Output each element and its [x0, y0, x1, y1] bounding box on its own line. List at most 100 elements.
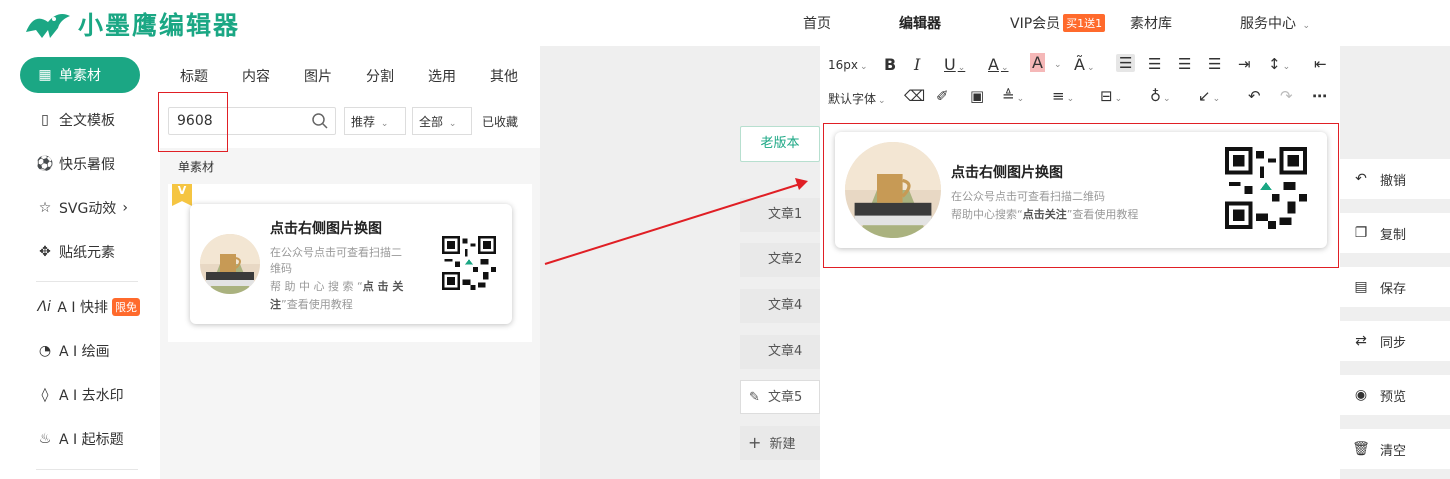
free-badge: 限免 [112, 298, 140, 316]
exit-icon[interactable]: ⇤ [1314, 55, 1327, 73]
nav-library[interactable]: 素材库 [1130, 13, 1172, 33]
nav-home[interactable]: 首页 [803, 13, 831, 33]
font-size-select[interactable]: 16px ⌄ [828, 58, 868, 72]
article-item[interactable]: 文章1 [740, 198, 820, 232]
edit-icon: ✎ [749, 390, 760, 405]
sync-button[interactable]: ⇄ 同步 [1340, 321, 1450, 361]
puzzle-icon: ✥ [39, 244, 51, 260]
tab-other[interactable]: 其他 [490, 66, 518, 86]
nav-vip[interactable]: VIP会员 买1送1 [1010, 13, 1106, 33]
highlight-color-icon[interactable]: A [1030, 53, 1045, 72]
align-right-icon[interactable]: ☰ [1178, 55, 1191, 73]
tab-selected[interactable]: 选用 [428, 66, 456, 86]
chevron-down-icon: ⌄ [1054, 60, 1062, 70]
sidebar-item-summer[interactable]: ⚽ 快乐暑假 [20, 146, 140, 182]
nav-editor[interactable]: 编辑器 [899, 13, 941, 33]
sort-dropdown[interactable]: 推荐 ⌄ [344, 107, 406, 135]
undo-button[interactable]: ↶ 撤销 [1340, 159, 1450, 199]
sidebar-item-label: A I 绘画 [59, 344, 110, 360]
article-item[interactable]: 文章4 [740, 335, 820, 369]
align-center-icon[interactable]: ☰ [1148, 55, 1161, 73]
sidebar-item-svg[interactable]: ☆ SVG动效 › [20, 190, 140, 226]
clear-button[interactable]: 🗑 清空 [1340, 429, 1450, 469]
arrow-icon[interactable]: ↙ ⌄ [1198, 87, 1220, 105]
redo-icon[interactable]: ↷ [1280, 87, 1293, 105]
material-card[interactable]: 点击右侧图片换图 在公众号点击可查看扫描二 维码 帮 助 中 心 搜 索 “点 … [190, 204, 512, 324]
card-title: 点击右侧图片换图 [951, 165, 1063, 181]
tab-title[interactable]: 标题 [180, 66, 208, 86]
undo-label: 撤销 [1380, 173, 1407, 189]
qr-code-icon[interactable] [1225, 147, 1307, 229]
sidebar-item-ai-title[interactable]: ♨ A I 起标题 [20, 421, 140, 457]
tab-divider[interactable]: 分割 [366, 66, 394, 86]
save-button[interactable]: ▤ 保存 [1340, 267, 1450, 307]
preview-button[interactable]: ◉ 预览 [1340, 375, 1450, 415]
align-left-icon[interactable]: ☰ [1116, 54, 1136, 72]
nav-service-label: 服务中心 [1240, 16, 1296, 32]
card-photo [200, 234, 260, 294]
preview-label: 预览 [1380, 389, 1407, 405]
nav-service[interactable]: 服务中心 ⌄ [1240, 13, 1310, 33]
sidebar-item-ai-paint[interactable]: ◔ A I 绘画 [20, 333, 140, 369]
sidebar-item-single-material[interactable]: ▦ 单素材 [20, 57, 140, 93]
copy-label: 复制 [1380, 227, 1407, 243]
indent-icon[interactable]: ⇥ [1238, 55, 1251, 73]
italic-icon[interactable]: I [914, 55, 920, 74]
ball-icon: ⚽ [36, 156, 54, 172]
logo[interactable]: 小墨鹰编辑器 [24, 6, 240, 42]
trash-icon: 🗑 [1352, 441, 1370, 457]
tab-content[interactable]: 内容 [242, 66, 270, 86]
format-brush-icon[interactable]: ✐ [936, 87, 949, 105]
sidebar-item-ai-layout[interactable]: Λi A I 快排 限免 [20, 289, 140, 325]
sync-icon: ⇄ [1355, 333, 1367, 349]
copy-button[interactable]: ❐ 复制 [1340, 213, 1450, 253]
image-icon[interactable]: ▣ [970, 87, 984, 105]
sidebar-item-templates[interactable]: ▯ 全文模板 [20, 102, 140, 138]
chevron-down-icon: ⌄ [1302, 21, 1310, 31]
save-icon: ▤ [1354, 279, 1368, 295]
filter-dropdown[interactable]: 全部 ⌄ [412, 107, 472, 135]
sidebar-item-ai-watermark[interactable]: ◊ A I 去水印 [20, 377, 140, 413]
underline-icon[interactable]: U ⌄ [944, 55, 965, 74]
inserted-card[interactable]: 点击右侧图片换图 在公众号点击可查看扫描二维码 帮助中心搜索“点击关注”查看使用… [835, 132, 1327, 248]
more-icon[interactable]: ⋯ [1312, 87, 1327, 105]
material-panel: 标题 内容 图片 分割 选用 其他 推荐 ⌄ 全部 ⌄ 已收藏 单素材 V [158, 46, 540, 479]
text-effect-icon[interactable]: Ã ⌄ [1074, 55, 1095, 74]
article-item[interactable]: 文章2 [740, 243, 820, 277]
paragraph-spacing-icon[interactable]: ⊟ ⌄ [1100, 87, 1122, 105]
new-article-button[interactable]: + 新建 [740, 426, 820, 460]
chevron-right-icon: › [122, 200, 128, 216]
article-item-current[interactable]: ✎ 文章5 [740, 380, 820, 414]
letter-spacing-icon[interactable]: ≡ ⌄ [1052, 87, 1074, 105]
line-height-icon[interactable]: ↕ ⌄ [1268, 55, 1290, 73]
font-family-select[interactable]: 默认字体 ⌄ [828, 90, 886, 107]
vip-tag-icon: V [172, 184, 192, 206]
chevron-down-icon: ⌄ [860, 62, 868, 72]
spacing-icon[interactable]: ≜ ⌄ [1002, 87, 1024, 105]
sidebar-divider [36, 469, 138, 470]
font-color-icon[interactable]: A ⌄ [988, 55, 1009, 74]
card-line-2-pre: 帮助中心搜索“ [951, 208, 1023, 221]
card-line-2-bold: 点 击 关 [362, 280, 404, 293]
copy-icon: ❐ [1354, 225, 1368, 241]
editor: 16px ⌄ B I U ⌄ A ⌄ A ⌄ Ã ⌄ ☰ ☰ ☰ ☰ ⇥ ↕ ⌄ ⇤ 默认字… [820, 46, 1340, 479]
sidebar-item-label: 贴纸元素 [59, 245, 115, 261]
tab-image[interactable]: 图片 [304, 66, 332, 86]
editor-toolbar: 16px ⌄ B I U ⌄ A ⌄ A ⌄ Ã ⌄ ☰ ☰ ☰ ☰ ⇥ ↕ ⌄ ⇤ 默认字… [820, 46, 1340, 114]
edit-area-highlight[interactable]: 点击右侧图片换图 在公众号点击可查看扫描二维码 帮助中心搜索“点击关注”查看使用… [823, 123, 1339, 268]
article-item[interactable]: 文章4 [740, 289, 820, 323]
card-photo[interactable] [845, 142, 941, 238]
undo-icon[interactable]: ↶ [1248, 87, 1261, 105]
eraser-icon[interactable]: ⌫ [904, 87, 925, 105]
search-icon[interactable] [311, 112, 329, 130]
sidebar-item-label: SVG动效 [59, 201, 117, 217]
eye-icon: ◉ [1354, 387, 1368, 403]
bold-icon[interactable]: B [884, 55, 896, 74]
old-version-button[interactable]: 老版本 [740, 126, 820, 162]
template-icon: ▯ [41, 112, 49, 128]
align-justify-icon[interactable]: ☰ [1208, 55, 1221, 73]
bulb-icon[interactable]: ♁ ⌄ [1150, 87, 1171, 105]
favorites-link[interactable]: 已收藏 [482, 113, 518, 130]
sidebar-item-stickers[interactable]: ✥ 贴纸元素 [20, 234, 140, 270]
card-line-3: 注”查看使用教程 [270, 296, 353, 312]
